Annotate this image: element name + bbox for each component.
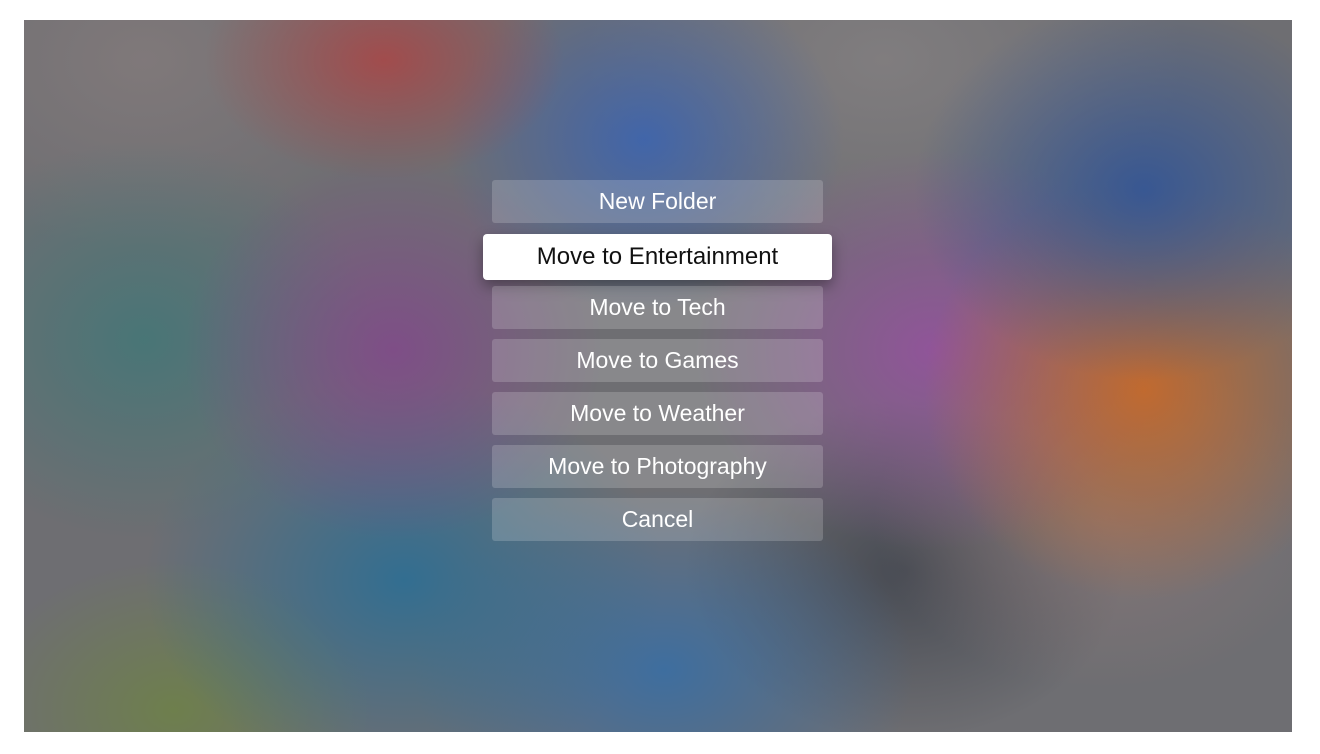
blurred-home-screen-background: New Folder Move to Entertainment Move to… xyxy=(24,20,1292,732)
move-app-menu: New Folder Move to Entertainment Move to… xyxy=(24,20,1292,732)
move-to-photography-button[interactable]: Move to Photography xyxy=(492,445,823,488)
move-to-weather-button[interactable]: Move to Weather xyxy=(492,392,823,435)
move-to-games-button[interactable]: Move to Games xyxy=(492,339,823,382)
move-to-entertainment-button[interactable]: Move to Entertainment xyxy=(483,234,832,280)
cancel-button[interactable]: Cancel xyxy=(492,498,823,541)
new-folder-button[interactable]: New Folder xyxy=(492,180,823,223)
move-to-tech-button[interactable]: Move to Tech xyxy=(492,286,823,329)
